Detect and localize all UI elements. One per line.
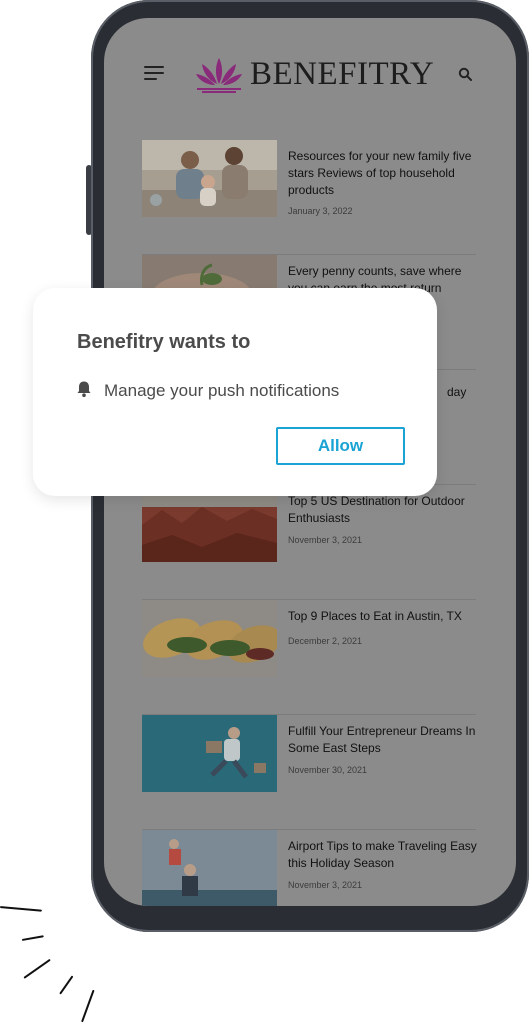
article-date: November 3, 2021 <box>288 535 363 545</box>
app-logo[interactable]: BENEFITRY <box>194 54 434 94</box>
article-item[interactable]: Top 5 US Destination for Outdoor Enthusi… <box>142 485 476 600</box>
article-thumbnail-tacos <box>142 600 277 677</box>
app-header: BENEFITRY <box>104 18 516 128</box>
dialog-title: Benefitry wants to <box>77 331 251 353</box>
push-permission-dialog: Benefitry wants to Manage your push noti… <box>33 288 437 496</box>
article-title[interactable]: Fulfill Your Entrepreneur Dreams In Some… <box>288 723 480 757</box>
logo-lotus-icon <box>196 58 242 93</box>
article-thumbnail-canyon <box>142 485 277 562</box>
article-item[interactable]: Top 9 Places to Eat in Austin, TX Decemb… <box>142 600 476 715</box>
decorative-dash <box>21 935 44 941</box>
article-thumbnail-travel <box>142 830 277 906</box>
menu-icon[interactable] <box>144 66 164 80</box>
article-item[interactable]: Airport Tips to make Traveling Easy this… <box>142 830 477 906</box>
dialog-message: Manage your push notifications <box>104 381 340 400</box>
bell-icon <box>77 381 91 397</box>
decorative-dash <box>81 989 95 1023</box>
article-item[interactable]: Fulfill Your Entrepreneur Dreams In Some… <box>142 715 476 830</box>
article-title[interactable]: Top 9 Places to Eat in Austin, TX <box>288 608 480 625</box>
search-icon[interactable] <box>458 67 472 81</box>
article-title[interactable]: Top 5 US Destination for Outdoor Enthusi… <box>288 493 480 527</box>
article-thumbnail-family <box>142 140 277 217</box>
article-date: December 2, 2021 <box>288 636 363 646</box>
allow-button[interactable]: Allow <box>276 427 405 465</box>
decorative-dash <box>23 958 51 979</box>
logo-text: BENEFITRY <box>250 55 435 92</box>
article-thumbnail-entrepreneur <box>142 715 277 792</box>
decorative-dash <box>59 975 74 995</box>
article-item[interactable]: Resources for your new family five stars… <box>142 140 476 255</box>
decorative-dash <box>0 906 42 912</box>
article-title[interactable]: Resources for your new family five stars… <box>288 148 480 199</box>
article-date: November 30, 2021 <box>288 765 368 775</box>
article-date: January 3, 2022 <box>288 206 353 216</box>
article-title[interactable]: day <box>447 384 487 401</box>
article-date: November 3, 2021 <box>288 880 363 890</box>
article-title[interactable]: Airport Tips to make Traveling Easy this… <box>288 838 480 872</box>
